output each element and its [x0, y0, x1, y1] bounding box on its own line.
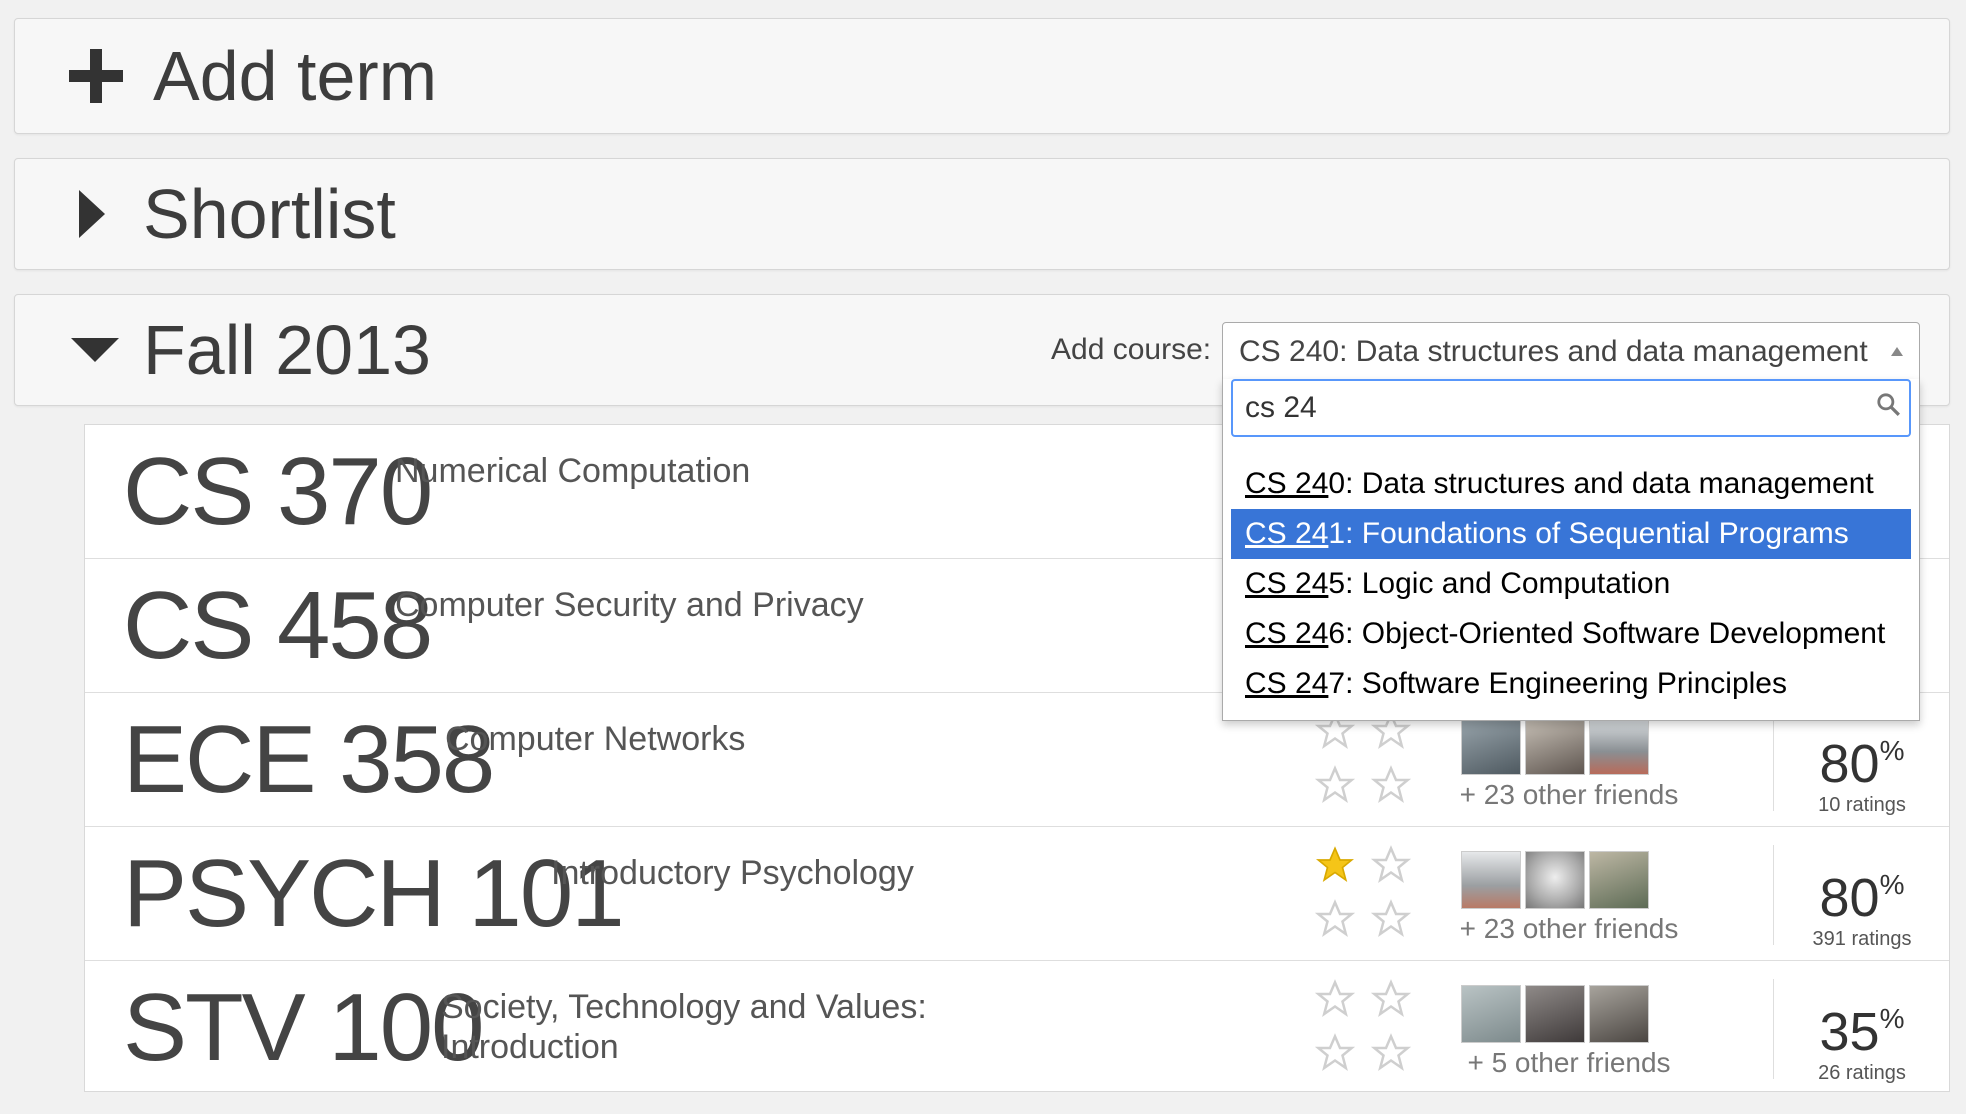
- star-rating[interactable]: [1315, 845, 1425, 945]
- rating-box: 35% 26 ratings: [1773, 979, 1950, 1084]
- course-result-option[interactable]: CS 245: Logic and Computation: [1231, 559, 1911, 609]
- shortlist-label: Shortlist: [143, 175, 396, 253]
- course-code: CS 370: [123, 438, 433, 545]
- course-code: PSYCH 101: [123, 840, 625, 947]
- chevron-up-icon: [1891, 347, 1903, 356]
- rating-count: 26 ratings: [1818, 1062, 1906, 1084]
- shortlist-panel[interactable]: Shortlist: [14, 158, 1950, 270]
- other-friends-link[interactable]: + 5 other friends: [1455, 1047, 1683, 1079]
- rating-box: 80% 10 ratings: [1773, 711, 1950, 816]
- friend-avatar[interactable]: [1461, 851, 1521, 909]
- other-friends-link[interactable]: + 23 other friends: [1455, 913, 1683, 945]
- course-dropdown: CS 240: Data structures and data managem…: [1222, 379, 1920, 721]
- star-empty-icon[interactable]: [1315, 1033, 1355, 1073]
- star-empty-icon[interactable]: [1371, 979, 1411, 1019]
- course-name: Computer Security and Privacy: [395, 586, 864, 624]
- friend-avatar[interactable]: [1589, 717, 1649, 775]
- course-name: Numerical Computation: [395, 452, 751, 490]
- friend-avatar[interactable]: [1589, 851, 1649, 909]
- selected-course: CS 240: Data structures and data managem…: [1239, 335, 1868, 368]
- friend-avatar[interactable]: [1589, 985, 1649, 1043]
- star-filled-icon[interactable]: [1315, 845, 1355, 885]
- course-row[interactable]: PSYCH 101 Introductory Psychology + 23 o…: [85, 827, 1949, 961]
- star-empty-icon[interactable]: [1315, 899, 1355, 939]
- rating-count: 10 ratings: [1818, 794, 1906, 816]
- friend-avatar[interactable]: [1525, 985, 1585, 1043]
- star-empty-icon[interactable]: [1371, 845, 1411, 885]
- course-code: CS 458: [123, 572, 433, 679]
- rating-box: 80% 391 ratings: [1773, 845, 1950, 950]
- star-empty-icon[interactable]: [1371, 899, 1411, 939]
- course-result-option[interactable]: CS 247: Software Engineering Principles: [1231, 659, 1911, 709]
- add-term-panel[interactable]: Add term: [14, 18, 1950, 134]
- star-empty-icon[interactable]: [1315, 979, 1355, 1019]
- course-result-option[interactable]: CS 246: Object-Oriented Software Develop…: [1231, 609, 1911, 659]
- course-code: ECE 358: [123, 706, 495, 813]
- course-name: Computer Networks: [445, 720, 746, 758]
- add-term-label: Add term: [153, 37, 437, 115]
- friend-avatar[interactable]: [1461, 985, 1521, 1043]
- star-empty-icon[interactable]: [1315, 765, 1355, 805]
- search-icon: [1877, 393, 1900, 416]
- caret-down-icon: [71, 338, 119, 362]
- course-result-option[interactable]: CS 240: Data structures and data managem…: [1231, 459, 1911, 509]
- rating-count: 391 ratings: [1812, 928, 1912, 950]
- star-rating[interactable]: [1315, 979, 1425, 1079]
- star-empty-icon[interactable]: [1371, 1033, 1411, 1073]
- star-rating[interactable]: [1315, 711, 1425, 811]
- course-row[interactable]: STV 100 Society, Technology and Values: …: [85, 961, 1949, 1095]
- course-name: Introductory Psychology: [551, 854, 914, 892]
- add-course-label: Add course:: [1051, 333, 1212, 366]
- course-code: STV 100: [123, 974, 485, 1081]
- friend-avatar[interactable]: [1525, 717, 1585, 775]
- add-course-select[interactable]: CS 240: Data structures and data managem…: [1222, 322, 1920, 380]
- friend-avatar[interactable]: [1525, 851, 1585, 909]
- star-empty-icon[interactable]: [1371, 765, 1411, 805]
- course-name: Society, Technology and Values: Introduc…: [441, 988, 927, 1066]
- other-friends-link[interactable]: + 23 other friends: [1455, 779, 1683, 811]
- friend-avatar[interactable]: [1461, 717, 1521, 775]
- course-results: CS 240: Data structures and data managem…: [1231, 459, 1911, 709]
- caret-right-icon: [79, 190, 105, 238]
- plus-icon: [69, 49, 123, 103]
- rating-percent: 35%: [1819, 1002, 1905, 1062]
- rating-percent: 80%: [1819, 734, 1905, 794]
- term-title: Fall 2013: [143, 311, 431, 389]
- rating-percent: 80%: [1819, 868, 1905, 928]
- course-search-input[interactable]: [1231, 379, 1911, 437]
- course-result-option-highlighted[interactable]: CS 241: Foundations of Sequential Progra…: [1231, 509, 1911, 559]
